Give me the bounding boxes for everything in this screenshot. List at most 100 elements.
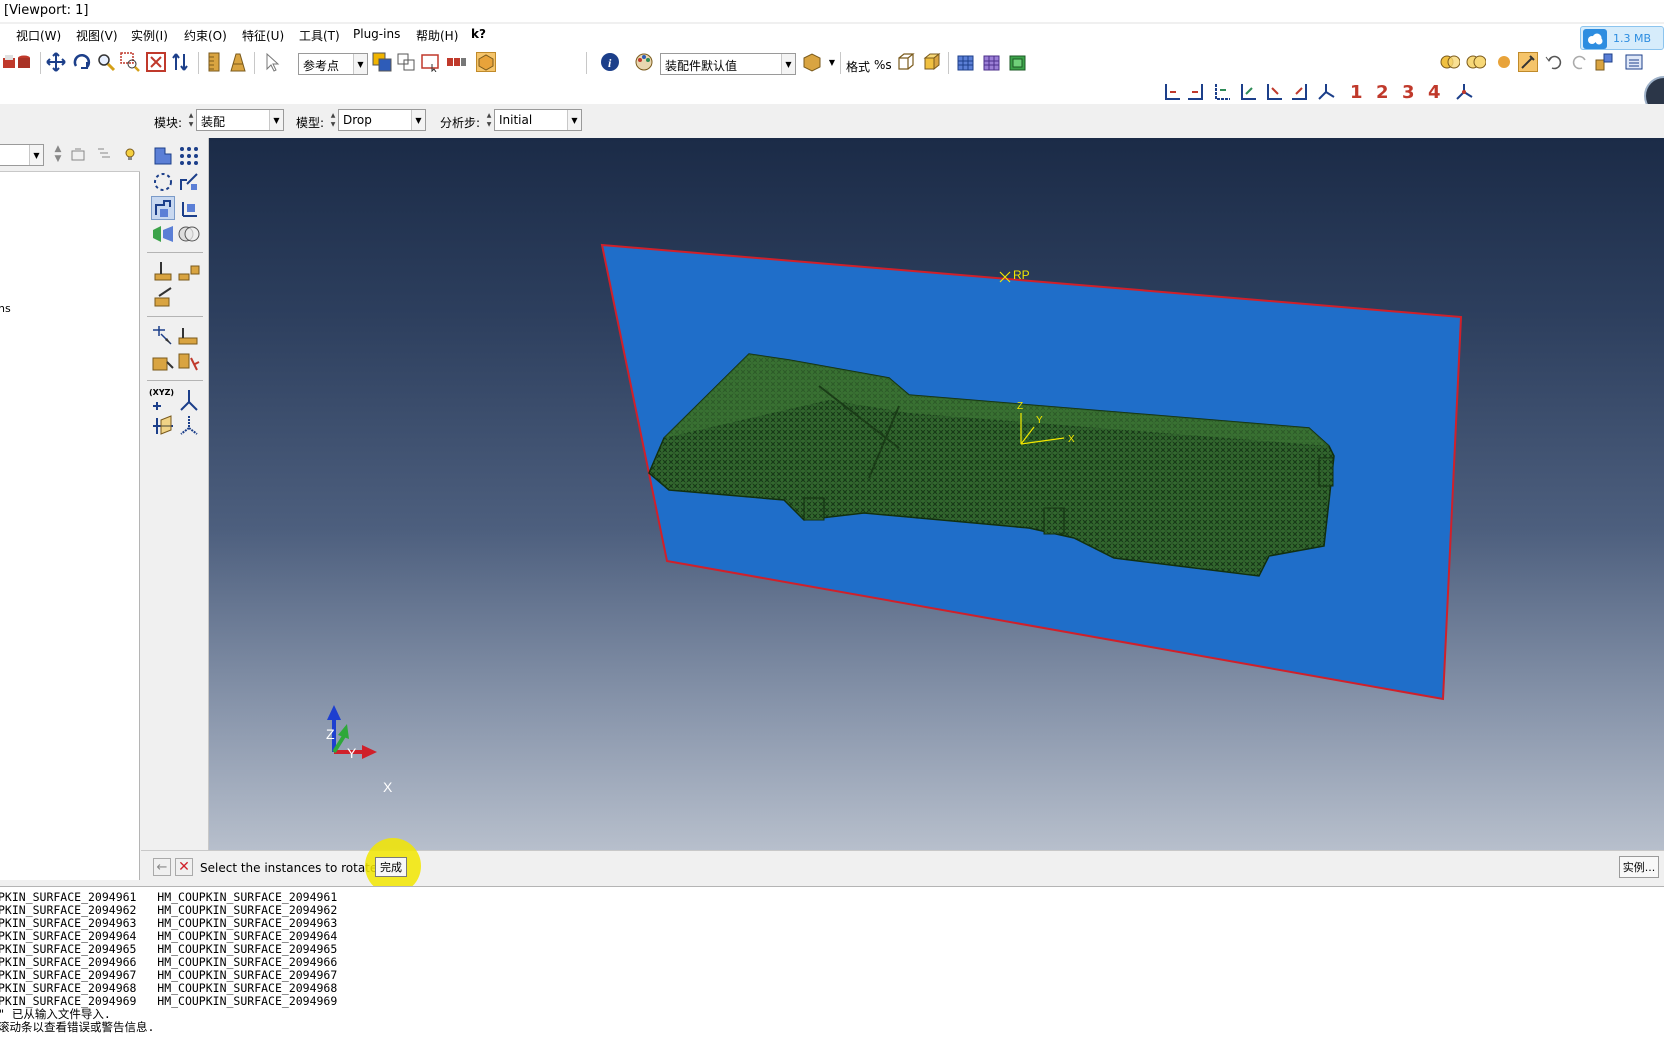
radial-pattern-icon[interactable]	[151, 170, 175, 194]
mesh-cube-green-icon[interactable]	[1008, 52, 1028, 72]
tree-up-down-icon[interactable]: ▲ ▼	[48, 144, 68, 164]
mesh-cube-icon[interactable]	[956, 52, 976, 72]
cycle-views-icon[interactable]	[170, 52, 190, 72]
shaded-cube-icon[interactable]	[922, 52, 942, 72]
coaxial-icon[interactable]	[177, 324, 201, 348]
view-left-icon[interactable]	[1264, 82, 1284, 102]
view-triad-icon[interactable]	[1454, 82, 1474, 102]
parallel-face-icon[interactable]	[151, 260, 175, 284]
select-from-all-icon[interactable]	[372, 52, 392, 72]
view-right-icon[interactable]	[1290, 82, 1310, 102]
mesh-cube-purple-icon[interactable]	[982, 52, 1002, 72]
format-value[interactable]: %s	[874, 58, 892, 72]
menu-plugins[interactable]: Plug-ins	[353, 27, 400, 41]
instances-button[interactable]: 实例...	[1619, 856, 1659, 878]
contact-icon[interactable]	[151, 350, 175, 374]
triad-z-label: Z	[326, 726, 335, 742]
datum-point-icon[interactable]: (XYZ)	[149, 388, 174, 412]
intersect-icon[interactable]	[1440, 52, 1460, 72]
menu-instance[interactable]: 实例(I)	[131, 27, 168, 44]
step-spinner[interactable]: ▲ ▼	[484, 111, 494, 131]
module-combo[interactable]: 装配 ▼	[196, 109, 284, 131]
message-area: PKIN_SURFACE_2094961 HM_COUPKIN_SURFACE_…	[0, 886, 1664, 1040]
save-icon[interactable]	[14, 52, 34, 72]
info-icon[interactable]: i	[600, 52, 620, 72]
user-view-4[interactable]: 4	[1428, 82, 1441, 103]
user-view-3[interactable]: 3	[1402, 82, 1415, 103]
model-combo[interactable]: Drop ▼	[338, 109, 426, 131]
view-bottom-icon[interactable]	[1238, 82, 1258, 102]
triad-x-label: X	[383, 779, 393, 795]
translate-instance-icon[interactable]	[177, 170, 201, 194]
datum-csys-icon[interactable]	[177, 414, 201, 438]
rotate-instance-icon[interactable]	[151, 196, 175, 220]
model-spinner[interactable]: ▲ ▼	[328, 111, 338, 131]
rotate-icon[interactable]	[72, 52, 92, 72]
highlight-tool-icon[interactable]	[1518, 52, 1538, 72]
parallel-csys-icon[interactable]	[177, 350, 201, 374]
tree-filter-icon[interactable]	[94, 144, 114, 164]
ruler-icon[interactable]	[204, 52, 224, 72]
instance-create-icon[interactable]	[151, 144, 175, 168]
coincident-point-icon[interactable]	[151, 324, 175, 348]
menu-feature[interactable]: 特征(U)	[242, 27, 284, 44]
merge-cut-icon[interactable]	[151, 222, 175, 246]
select-rectangle-icon[interactable]	[420, 52, 440, 72]
prompt-cancel-button[interactable]: ✕	[175, 858, 193, 876]
viewport[interactable]: RP Z Y X Z Y X	[209, 138, 1664, 850]
menu-help[interactable]: 帮助(H)	[416, 27, 458, 44]
menu-view[interactable]: 视图(V)	[76, 27, 118, 44]
chevron-down-icon: ▼	[781, 54, 795, 74]
menu-viewport[interactable]: 视口(W)	[16, 27, 61, 44]
lightbulb-icon[interactable]	[120, 144, 140, 164]
module-spinner[interactable]: ▲ ▼	[186, 111, 196, 131]
prompt-back-button[interactable]: ←	[153, 858, 171, 876]
datum-axis-icon[interactable]	[177, 388, 201, 412]
edge-constraint-icon[interactable]	[151, 286, 175, 310]
face-to-face-icon[interactable]	[177, 260, 201, 284]
context-help-icon[interactable]: k?	[471, 27, 486, 41]
select-options-icon[interactable]	[446, 52, 466, 72]
pan-icon[interactable]	[46, 52, 66, 72]
view-front-icon[interactable]	[1162, 82, 1182, 102]
box-zoom-icon[interactable]	[120, 52, 140, 72]
tree-combo[interactable]: ▼	[0, 144, 44, 166]
selection-filter-combo[interactable]: 参考点 ▼	[298, 53, 368, 75]
chevron-down-icon[interactable]: ▼	[822, 52, 842, 72]
undo-icon[interactable]	[1544, 52, 1564, 72]
user-view-1[interactable]: 1	[1350, 82, 1363, 103]
user-view-2[interactable]: 2	[1376, 82, 1389, 103]
select-arrow-icon[interactable]	[262, 52, 282, 72]
view-back-icon[interactable]	[1186, 82, 1206, 102]
prompt-area: ← ✕ Select the instances to rotate 完成 实例…	[141, 838, 1664, 894]
queue-icon[interactable]	[1594, 52, 1614, 72]
menu-constraint[interactable]: 约束(O)	[184, 27, 227, 44]
done-button[interactable]: 完成	[375, 857, 407, 877]
view-top-icon[interactable]	[1212, 82, 1232, 102]
sphere-icon[interactable]	[1494, 52, 1514, 72]
display-group-combo[interactable]: 装配件默认值 ▼	[660, 53, 796, 75]
auto-fit-icon[interactable]	[146, 52, 166, 72]
tree-collapse-icon[interactable]	[68, 144, 88, 164]
union-icon[interactable]	[1466, 52, 1486, 72]
linear-pattern-icon[interactable]	[177, 144, 201, 168]
view-iso-icon[interactable]	[1316, 82, 1336, 102]
render-style-icon[interactable]	[802, 52, 822, 72]
translate-to-icon[interactable]	[177, 196, 201, 220]
window-list-icon[interactable]	[1624, 52, 1644, 72]
module-label: 模块:	[154, 116, 183, 130]
color-palette-icon[interactable]	[634, 52, 654, 72]
selection-box-icon[interactable]	[476, 52, 496, 72]
separator	[147, 380, 203, 381]
tree-item-partial[interactable]: ns	[0, 302, 11, 315]
model-value: Drop	[343, 113, 372, 127]
select-region-icon[interactable]	[396, 52, 416, 72]
wireframe-cube-icon[interactable]	[896, 52, 916, 72]
datum-plane-icon[interactable]	[151, 414, 175, 438]
step-combo[interactable]: Initial ▼	[494, 109, 582, 131]
magnify-icon[interactable]	[96, 52, 116, 72]
redo-icon[interactable]	[1570, 52, 1590, 72]
boolean-icon[interactable]	[177, 222, 201, 246]
query-icon[interactable]	[228, 52, 248, 72]
menu-tools[interactable]: 工具(T)	[299, 27, 340, 44]
